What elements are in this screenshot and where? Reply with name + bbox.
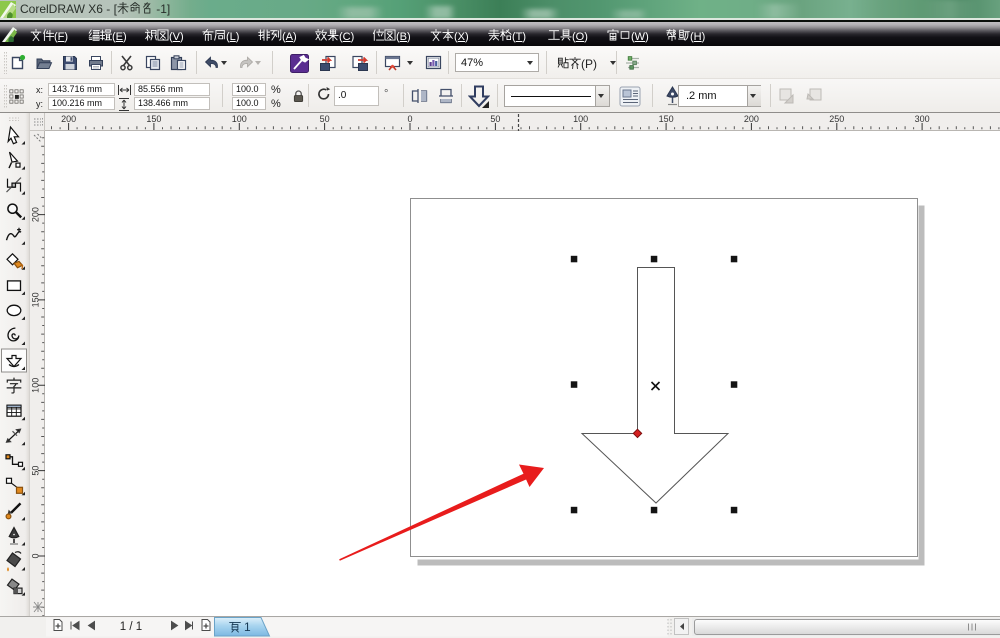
- svg-text:150: 150: [31, 292, 41, 307]
- svg-text:200: 200: [31, 207, 41, 222]
- svg-text:200: 200: [61, 114, 76, 124]
- svg-text:1: 1: [244, 620, 251, 634]
- svg-text:50: 50: [31, 466, 41, 476]
- svg-text:0: 0: [31, 553, 41, 558]
- svg-text:100: 100: [31, 378, 41, 393]
- svg-text:1 / 1: 1 / 1: [120, 621, 142, 633]
- svg-text:100: 100: [573, 114, 588, 124]
- svg-text:0: 0: [407, 114, 412, 124]
- svg-text:150: 150: [146, 114, 161, 124]
- svg-text:100: 100: [232, 114, 247, 124]
- svg-text:200: 200: [744, 114, 759, 124]
- svg-text:50: 50: [320, 114, 330, 124]
- svg-text:300: 300: [915, 114, 930, 124]
- svg-text:250: 250: [829, 114, 844, 124]
- svg-text:150: 150: [659, 114, 674, 124]
- svg-text:50: 50: [490, 114, 500, 124]
